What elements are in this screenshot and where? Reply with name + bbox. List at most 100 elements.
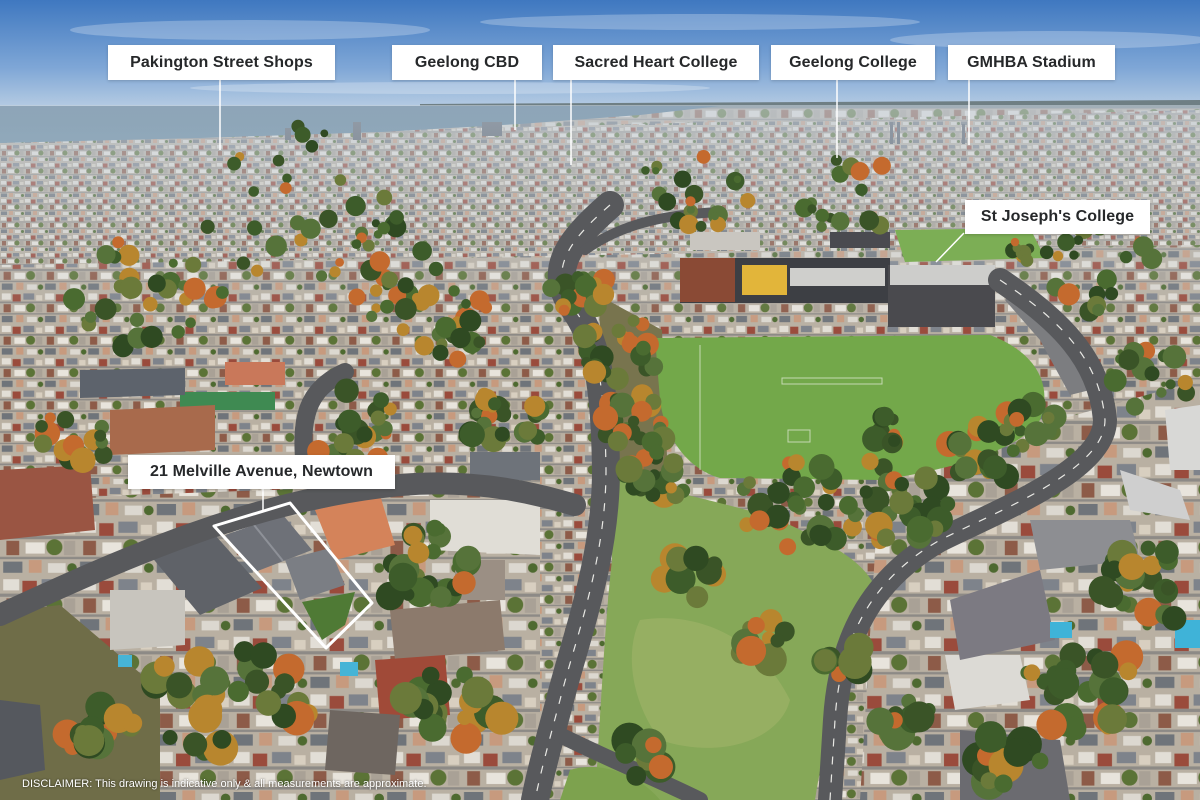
tree <box>1104 287 1119 301</box>
tree <box>1144 366 1160 382</box>
tree <box>1069 250 1079 260</box>
tree <box>494 426 510 442</box>
tree <box>369 251 390 272</box>
tree <box>129 312 145 327</box>
tree <box>119 276 143 299</box>
tree <box>648 754 674 780</box>
tree <box>255 690 282 716</box>
tree <box>1057 233 1075 251</box>
tree <box>1047 668 1080 700</box>
tree <box>1009 412 1025 427</box>
tree <box>294 126 311 143</box>
tree <box>770 633 785 648</box>
tree <box>373 392 389 408</box>
tree <box>779 538 797 556</box>
tree <box>808 454 835 480</box>
tree <box>994 774 1013 793</box>
tree <box>471 407 482 419</box>
tree <box>333 433 354 454</box>
tree <box>817 494 835 511</box>
tree <box>426 519 444 537</box>
tree <box>787 495 805 513</box>
tree <box>658 192 677 211</box>
tree <box>974 721 1007 753</box>
tree <box>334 378 359 403</box>
tree <box>227 156 242 171</box>
tree <box>1057 283 1080 306</box>
tree <box>396 323 410 336</box>
tree <box>377 222 390 235</box>
tree <box>695 220 707 232</box>
tree <box>334 174 347 186</box>
tree <box>859 210 880 231</box>
tree <box>394 298 417 320</box>
tree <box>611 323 626 338</box>
tree <box>977 420 1000 443</box>
tree <box>1140 540 1156 556</box>
tree <box>488 397 502 411</box>
tree <box>582 360 607 384</box>
tree <box>1097 704 1127 734</box>
tree <box>376 189 393 206</box>
tree <box>767 481 790 504</box>
tree <box>641 166 650 175</box>
tree <box>1155 540 1179 564</box>
tree <box>192 694 223 725</box>
tree <box>673 170 692 188</box>
tree <box>118 244 140 266</box>
tree <box>448 285 460 297</box>
tree <box>1156 387 1167 398</box>
tree <box>615 743 637 764</box>
tree <box>112 236 125 249</box>
tree <box>403 525 423 545</box>
landmark-label-geelong-college: Geelong College <box>771 45 935 80</box>
tree <box>212 730 232 749</box>
tree <box>627 314 640 327</box>
tree <box>73 725 105 757</box>
tree <box>940 496 956 512</box>
tree <box>1103 369 1127 392</box>
tree <box>348 288 366 306</box>
tree <box>876 528 896 547</box>
tree <box>686 586 709 609</box>
tree <box>414 336 434 356</box>
tree <box>183 277 206 300</box>
tree <box>628 415 640 427</box>
tree <box>461 298 471 309</box>
tree <box>123 713 143 733</box>
tree <box>143 296 158 312</box>
tree <box>615 455 643 483</box>
tree <box>1010 237 1020 247</box>
tree <box>1042 411 1055 424</box>
tree <box>320 129 329 138</box>
tree <box>185 317 196 329</box>
tree <box>626 766 647 786</box>
tree <box>452 571 476 595</box>
tree <box>914 466 938 490</box>
tree <box>1133 236 1154 257</box>
aerial-photo <box>0 0 1200 800</box>
tree <box>872 156 891 175</box>
tree <box>839 496 858 515</box>
tree <box>412 292 422 303</box>
tree <box>94 298 117 320</box>
tree <box>683 545 709 572</box>
tree <box>706 556 723 573</box>
tree <box>954 456 978 479</box>
tree <box>807 204 817 214</box>
tree <box>1119 662 1138 681</box>
tree <box>96 245 116 265</box>
tree <box>542 279 561 298</box>
tree <box>337 409 362 433</box>
tree <box>459 422 485 448</box>
tree <box>889 490 914 515</box>
tree <box>247 220 263 236</box>
tree <box>1125 397 1144 416</box>
tree <box>33 434 53 453</box>
tree <box>305 140 319 153</box>
tree <box>356 426 373 443</box>
tree <box>788 454 805 471</box>
tree <box>366 310 378 322</box>
tree <box>412 241 432 261</box>
tree <box>56 411 75 429</box>
